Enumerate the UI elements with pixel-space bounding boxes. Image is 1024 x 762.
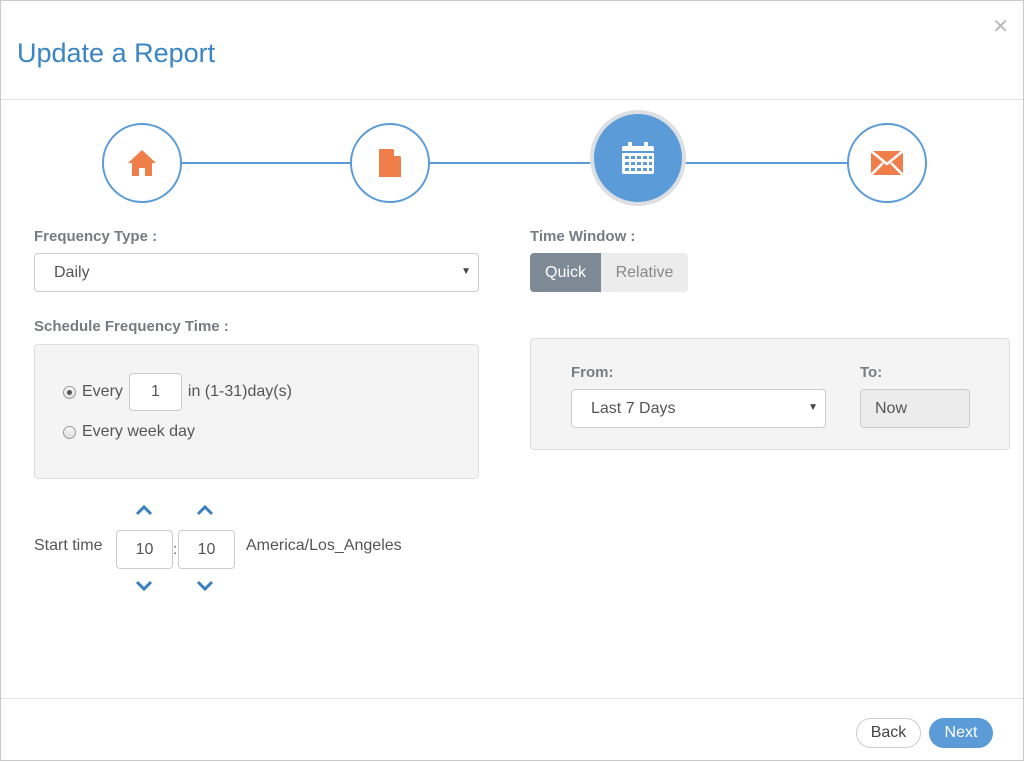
schedule-frequency-label: Schedule Frequency Time : [34,318,229,335]
document-icon [379,149,401,177]
minute-input[interactable]: 10 [178,530,235,569]
step-schedule[interactable] [590,110,686,206]
to-label: To: [860,364,883,381]
frequency-type-value: Daily [54,263,90,281]
timezone-label: America/Los_Angeles [246,537,402,554]
every-radio[interactable] [63,385,76,399]
weekday-radio[interactable] [63,425,76,439]
next-button[interactable]: Next [929,718,993,748]
hour-decrement-icon[interactable] [135,580,153,592]
wizard-stepper [1,101,1023,211]
minute-decrement-icon[interactable] [196,580,214,592]
step-connector [429,162,593,164]
step-document[interactable] [350,123,430,203]
time-window-toggle: Quick Relative [530,253,688,292]
step-email[interactable] [847,123,927,203]
home-icon [128,150,156,176]
schedule-frequency-panel: Every in (1-31)day(s) Every week day [34,344,479,479]
modal-footer: Back Next [1,698,1023,762]
chevron-down-icon: ▼ [461,266,471,277]
calendar-icon [622,142,654,174]
every-label: Every [82,383,123,400]
time-window-label: Time Window : [530,228,636,245]
close-icon[interactable]: ✕ [992,17,1009,37]
update-report-modal: Update a Report ✕ Frequency Type: Daily… [0,0,1024,761]
from-select[interactable]: Last 7 Days ▼ [571,389,826,428]
hour-input[interactable]: 10 [116,530,173,569]
every-days-input[interactable] [128,373,182,411]
step-home[interactable] [102,123,182,203]
start-time-label: Start time [34,537,103,554]
back-button[interactable]: Back [856,718,921,748]
frequency-type-label: Frequency Type : [34,228,158,245]
modal-header: Update a Report ✕ [1,1,1023,100]
chevron-down-icon: ▼ [808,402,818,413]
every-days-suffix: in (1-31)day(s) [187,383,292,400]
step-connector [685,162,849,164]
from-value: Last 7 Days [591,399,676,417]
from-label: From: [571,364,614,381]
weekday-label: Every week day [82,423,195,440]
to-field: Now [860,389,970,428]
tab-quick[interactable]: Quick [530,253,601,292]
step-connector [181,162,351,164]
every-weekday-option: Every week day [63,423,195,441]
minute-increment-icon[interactable] [196,504,214,516]
envelope-icon [871,151,903,175]
every-n-days-option: Every in (1-31)day(s) [63,373,292,411]
time-separator: : [173,541,178,558]
frequency-type-select[interactable]: Daily ▼ [34,253,479,292]
hour-increment-icon[interactable] [135,504,153,516]
modal-title: Update a Report [17,38,216,68]
tab-relative[interactable]: Relative [601,253,688,292]
